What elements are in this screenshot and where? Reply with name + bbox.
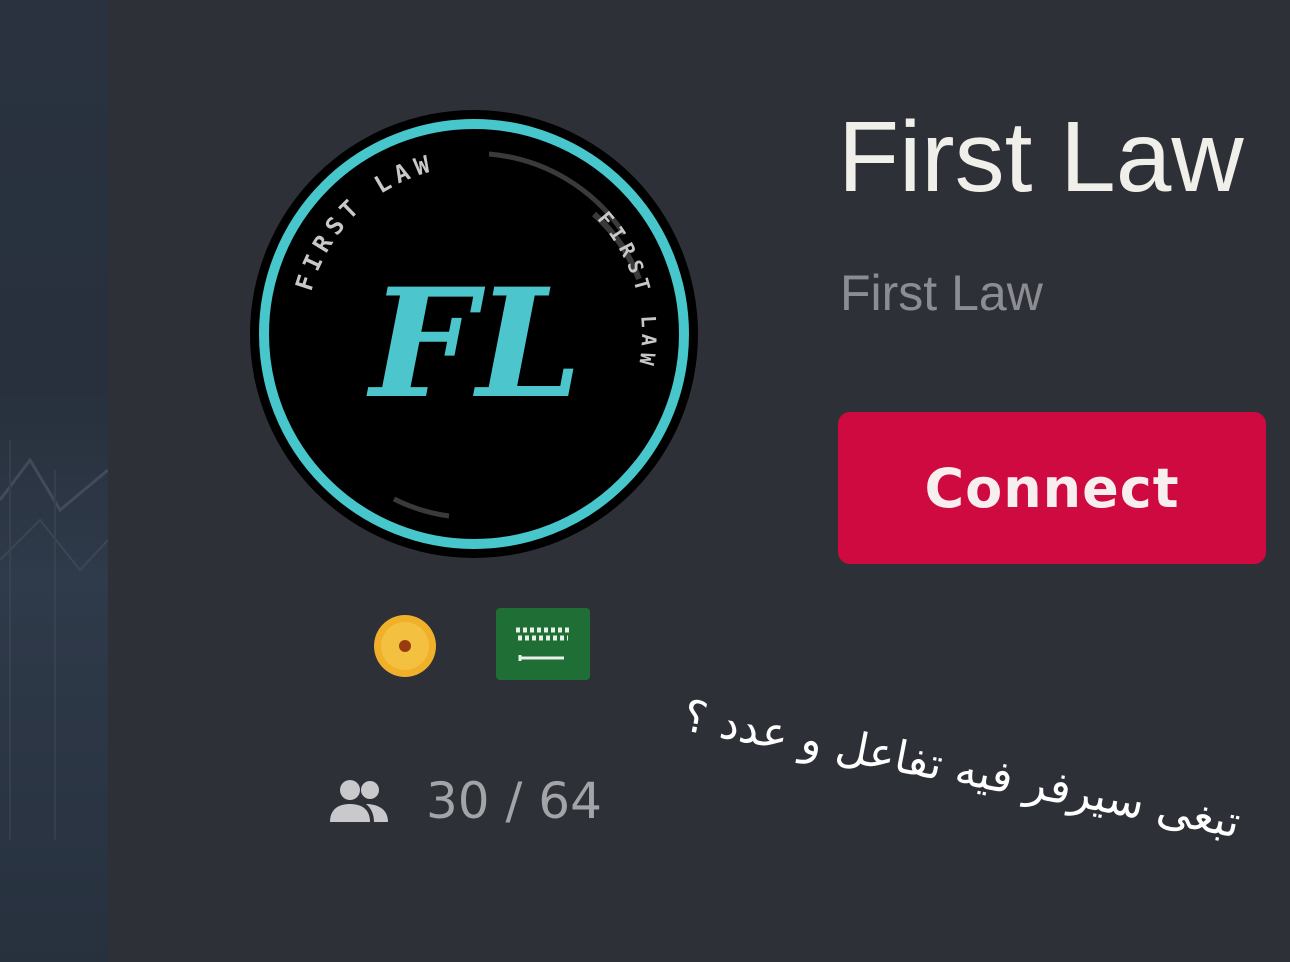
players-count: 30 / 64 <box>426 772 602 830</box>
server-subtitle: First Law <box>840 265 1043 321</box>
logo-monogram: FL <box>366 256 582 432</box>
saudi-flag-icon <box>496 608 590 680</box>
server-title: First Law <box>838 101 1244 213</box>
connect-button[interactable]: Connect <box>838 412 1266 564</box>
bridge-silhouette <box>0 440 108 840</box>
background-sidebar-image <box>0 0 108 962</box>
server-logo: FIRST LAW FIRST LAW FL <box>250 110 698 558</box>
gold-coin-icon <box>374 615 436 677</box>
players-row: 30 / 64 <box>328 766 602 836</box>
players-icon <box>330 780 388 822</box>
